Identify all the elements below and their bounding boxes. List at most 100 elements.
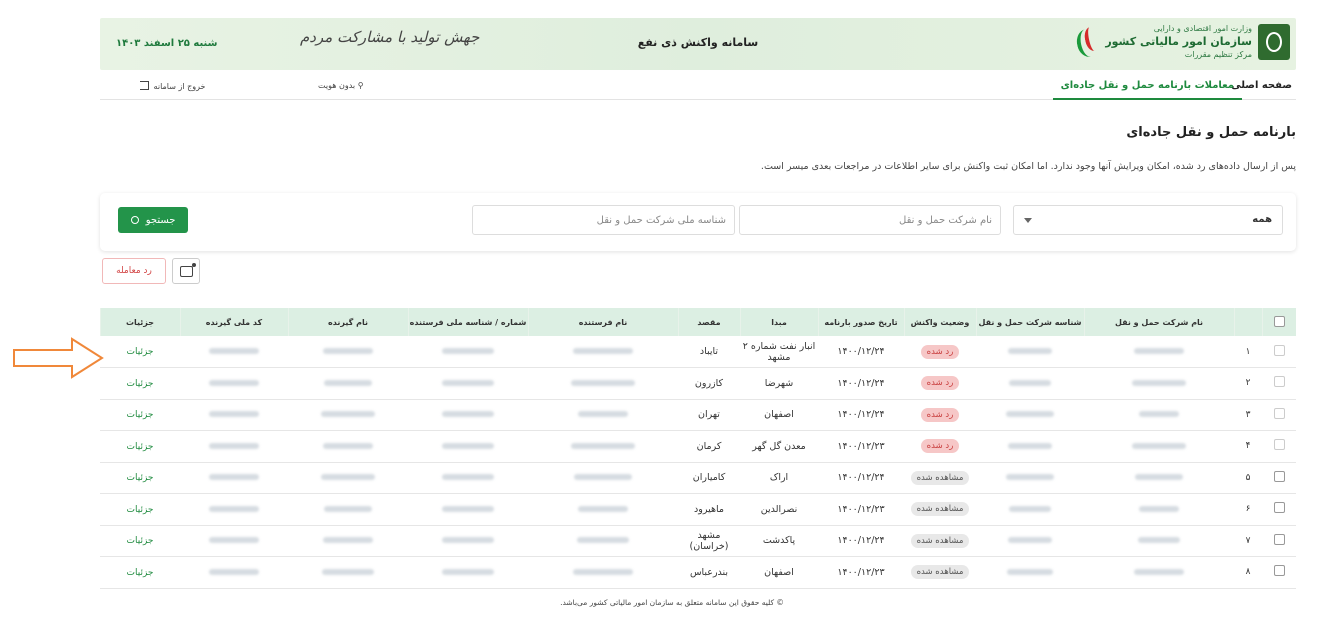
row-checkbox-cell[interactable] [1262, 462, 1296, 494]
origin-cell: انبار نفت شماره ۲ مشهد [740, 336, 818, 368]
arrow-right-icon [13, 337, 104, 379]
row-checkbox-cell[interactable] [1262, 430, 1296, 463]
message-icon [180, 263, 196, 277]
sender-id-cell [408, 336, 528, 368]
col-issue-date: تاریخ صدور بارنامه [817, 308, 904, 336]
sender-id-cell [408, 430, 528, 463]
user-status[interactable]: ⚲ بدون هویت [318, 81, 364, 90]
receiver-cell [288, 430, 408, 463]
redacted-text [1135, 474, 1183, 481]
status-cell: مشاهده شده [904, 525, 976, 557]
app-title: سامانه واکنش ذی نفع [637, 36, 759, 49]
row-checkbox-cell[interactable] [1262, 556, 1296, 589]
status-select-value: همه [1252, 214, 1272, 225]
row-checkbox[interactable] [1273, 376, 1285, 388]
details-link[interactable]: جزئیات [127, 410, 154, 420]
redacted-text [323, 348, 373, 354]
company-id-cell [976, 336, 1084, 368]
company-id-cell [976, 367, 1084, 400]
table-row: ۶ مشاهده شده ۱۴۰۰/۱۲/۲۳ نصرالدین ماهیرود جزئی… [100, 493, 1296, 526]
row-checkbox[interactable] [1273, 470, 1285, 482]
row-index: ۷ [1234, 525, 1262, 557]
details-link[interactable]: جزئیات [127, 347, 154, 357]
origin-cell: شهرضا [740, 367, 818, 400]
logout-link[interactable]: خروج از سامانه [140, 81, 205, 91]
company-name-cell [1084, 367, 1234, 400]
redacted-text [442, 568, 494, 575]
nav-road-waybill-tab[interactable]: معاملات بارنامه حمل و نقل جاده‌ای [1052, 74, 1242, 100]
redacted-text [209, 474, 259, 481]
redacted-text [209, 537, 259, 544]
col-details: جزئیات [99, 308, 180, 336]
status-cell: مشاهده شده [904, 493, 976, 526]
details-link[interactable]: جزئیات [127, 473, 154, 483]
user-icon: ⚲ [357, 81, 364, 90]
row-checkbox-cell[interactable] [1262, 367, 1296, 400]
redacted-text [323, 537, 373, 544]
origin-cell: اراک [740, 462, 818, 494]
row-checkbox[interactable] [1273, 407, 1285, 419]
redacted-text [442, 537, 494, 544]
row-checkbox-cell[interactable] [1262, 399, 1296, 431]
status-cell: رد شده [904, 367, 976, 400]
message-button[interactable] [172, 258, 200, 284]
sender-cell [528, 336, 678, 368]
details-link[interactable]: جزئیات [127, 505, 154, 515]
issue-date-cell: ۱۴۰۰/۱۲/۲۴ [818, 462, 904, 494]
table-row: ۳ رد شده ۱۴۰۰/۱۲/۲۴ اصفهان تهران جزئیات [100, 399, 1296, 431]
select-all-header[interactable] [1261, 308, 1296, 336]
receiver-code-cell [180, 367, 288, 400]
row-checkbox-cell[interactable] [1262, 525, 1296, 557]
details-cell: جزئیات [100, 462, 180, 494]
row-checkbox[interactable] [1273, 439, 1285, 451]
sender-cell [528, 493, 678, 526]
details-link[interactable]: جزئیات [127, 568, 154, 578]
row-index: ۱ [1234, 336, 1262, 368]
status-select[interactable]: همه [1013, 205, 1283, 235]
col-sender: نام فرستنده [527, 308, 678, 336]
redacted-text [1139, 505, 1179, 512]
row-checkbox[interactable] [1273, 344, 1285, 356]
company-id-cell [976, 399, 1084, 431]
details-link[interactable]: جزئیات [127, 442, 154, 452]
company-name-cell [1084, 399, 1234, 431]
company-id-cell [976, 525, 1084, 557]
issue-date-cell: ۱۴۰۰/۱۲/۲۴ [818, 336, 904, 368]
table-row: ۷ مشاهده شده ۱۴۰۰/۱۲/۲۴ پاکدشت مشهد (خراسان)… [100, 525, 1296, 557]
row-checkbox[interactable] [1273, 533, 1285, 545]
origin-cell: اصفهان [740, 399, 818, 431]
row-checkbox-cell[interactable] [1262, 493, 1296, 526]
details-link[interactable]: جزئیات [127, 536, 154, 546]
redacted-text [209, 411, 259, 418]
row-checkbox[interactable] [1273, 565, 1285, 577]
search-button[interactable]: جستجو [118, 207, 188, 233]
origin-cell: پاکدشت [740, 525, 818, 557]
company-national-id-input[interactable] [472, 205, 735, 235]
row-checkbox[interactable] [1273, 502, 1285, 514]
company-name-cell [1084, 525, 1234, 557]
select-all-checkbox[interactable] [1273, 315, 1285, 327]
redacted-text [1008, 442, 1052, 449]
destination-cell: کازرون [678, 367, 740, 400]
details-link[interactable]: جزئیات [127, 379, 154, 389]
page-title: بارنامه حمل و نقل جاده‌ای [1126, 125, 1296, 140]
origin-cell: نصرالدین [740, 493, 818, 526]
row-checkbox-cell[interactable] [1262, 336, 1296, 368]
receiver-code-cell [180, 525, 288, 557]
receiver-code-cell [180, 430, 288, 463]
details-cell: جزئیات [100, 556, 180, 589]
redacted-text [1009, 379, 1051, 386]
sender-id-cell [408, 367, 528, 400]
company-name-input[interactable] [739, 205, 1001, 235]
issue-date-cell: ۱۴۰۰/۱۲/۲۳ [818, 430, 904, 463]
redacted-text [209, 505, 259, 512]
current-date: شنبه ۲۵ اسفند ۱۴۰۳ [116, 38, 218, 49]
company-id-cell [976, 430, 1084, 463]
col-status: وضعیت واکنش [903, 308, 976, 336]
search-button-label: جستجو [145, 214, 176, 226]
redacted-text [1132, 379, 1186, 386]
col-sender-id: شماره / شناسه ملی فرستنده [407, 308, 528, 336]
center-name: مرکز تنظیم مقررات [1184, 49, 1252, 59]
receiver-code-cell [180, 556, 288, 589]
reject-transaction-button[interactable]: رد معامله [102, 258, 166, 284]
